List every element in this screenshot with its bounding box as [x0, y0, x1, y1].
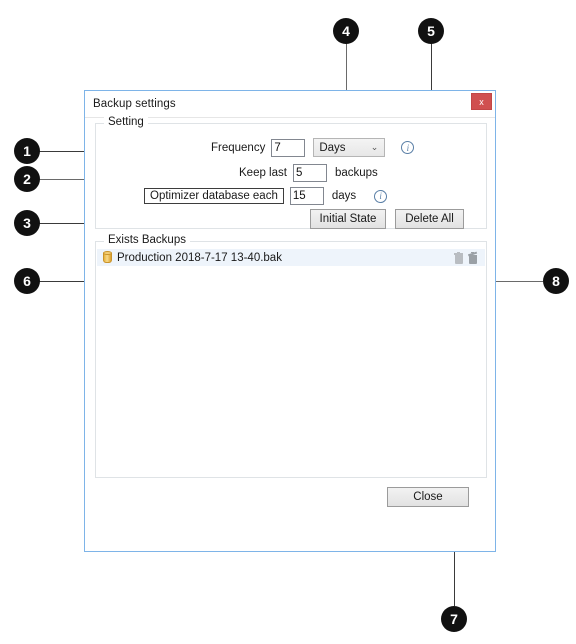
keep-last-row: Keep last backups: [239, 164, 378, 182]
frequency-row: Frequency Days ⌄ i: [211, 138, 415, 157]
callout-number: 6: [23, 273, 31, 289]
callout-marker-7: 7: [441, 606, 467, 632]
callout-marker-1: 1: [14, 138, 40, 164]
keep-last-suffix: backups: [334, 167, 378, 179]
callout-number: 8: [552, 273, 560, 289]
callout-marker-4: 4: [333, 18, 359, 44]
frequency-label: Frequency: [211, 141, 266, 154]
callout-number: 1: [23, 143, 31, 159]
callout-marker-2: 2: [14, 166, 40, 192]
dialog-titlebar[interactable]: Backup settings x: [85, 91, 495, 118]
optimizer-input[interactable]: [289, 187, 324, 205]
setting-buttons-row: Initial State Delete All: [310, 209, 464, 229]
row-actions: [454, 249, 478, 266]
trash-empty-icon[interactable]: [454, 251, 463, 264]
frequency-unit-select[interactable]: Days ⌄: [313, 138, 386, 157]
list-item[interactable]: Production 2018-7-17 13-40.bak: [97, 249, 485, 266]
setting-groupbox: Setting Frequency Days ⌄ i Keep last bac…: [95, 116, 487, 229]
optimizer-info-icon[interactable]: i: [374, 189, 388, 203]
callout-number: 2: [23, 171, 31, 187]
keep-last-label: Keep last: [239, 167, 287, 179]
callout-number: 3: [23, 215, 31, 231]
delete-all-button[interactable]: Delete All: [395, 209, 464, 229]
optimizer-suffix: days: [331, 190, 357, 202]
backup-file-name: Production 2018-7-17 13-40.bak: [117, 251, 282, 264]
backups-list[interactable]: Production 2018-7-17 13-40.bak: [97, 249, 485, 476]
exists-backups-groupbox: Exists Backups Production 2018-7-17 13-4…: [95, 234, 487, 478]
close-button[interactable]: Close: [387, 487, 469, 507]
callout-number: 7: [450, 611, 458, 627]
callout-number: 4: [342, 23, 350, 39]
backup-settings-dialog: Backup settings x Setting Frequency Days…: [84, 90, 496, 552]
frequency-info-icon[interactable]: i: [401, 141, 415, 154]
callout-number: 5: [427, 23, 435, 39]
close-icon[interactable]: x: [471, 93, 492, 110]
frequency-unit-value: Days: [319, 141, 346, 154]
callout-marker-6: 6: [14, 268, 40, 294]
exists-backups-legend: Exists Backups: [104, 234, 190, 246]
database-icon: [103, 251, 112, 264]
keep-last-input[interactable]: [292, 164, 327, 182]
optimizer-label[interactable]: Optimizer database each: [144, 188, 284, 204]
callout-marker-8: 8: [543, 268, 569, 294]
callout-marker-5: 5: [418, 18, 444, 44]
setting-group-legend: Setting: [104, 116, 148, 128]
callout-marker-3: 3: [14, 210, 40, 236]
frequency-input[interactable]: [271, 138, 306, 157]
chevron-down-icon: ⌄: [370, 142, 379, 152]
optimizer-row: Optimizer database each days i: [144, 187, 388, 205]
initial-state-button[interactable]: Initial State: [310, 209, 386, 229]
dialog-title: Backup settings: [93, 98, 176, 110]
trash-full-icon[interactable]: [467, 251, 478, 264]
